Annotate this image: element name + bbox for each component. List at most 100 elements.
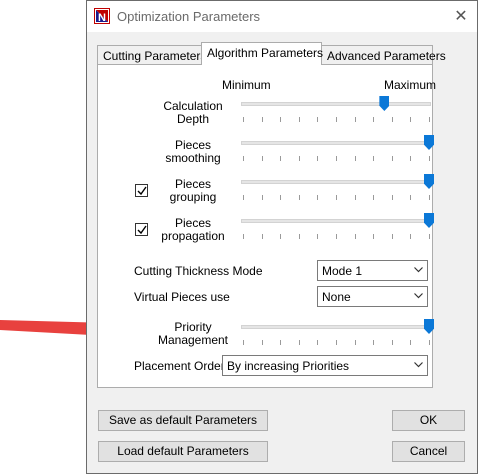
priority-management-slider[interactable] [241,319,434,345]
label-line: Depth [176,112,210,126]
slider-tick [298,234,300,239]
slider-tick [243,117,244,122]
close-icon[interactable]: ✕ [451,6,471,26]
slider-tick [373,156,375,161]
chevron-down-icon [414,362,423,368]
pieces-propagation-label: Pieces propagation [148,217,238,243]
slider-tick [280,340,282,345]
ok-button[interactable]: OK [392,410,465,431]
slider-tick [391,234,393,239]
virtual-pieces-use-label: Virtual Pieces use [134,290,230,304]
label-line: propagation [161,229,225,243]
label-line: smoothing [165,151,221,165]
tab-advanced-parameters[interactable]: Advanced Parameters [321,45,446,65]
slider-tick [391,195,393,200]
slider-thumb[interactable] [379,96,390,111]
slider-track [241,219,431,223]
calculation-depth-slider[interactable] [241,96,432,122]
label-line: Management [157,333,229,347]
check-icon [137,225,147,235]
pieces-propagation-checkbox[interactable] [135,223,148,236]
slider-tick [410,195,412,200]
pieces-grouping-checkbox[interactable] [135,184,148,197]
slider-tick [373,340,375,345]
slider-tick [410,340,412,345]
slider-tick [354,195,356,200]
slider-tick [261,340,263,345]
calculation-depth-label: Calculation Depth [148,100,238,126]
slider-track [241,141,431,145]
optimization-parameters-dialog: N Optimization Parameters ✕ Cutting Para… [86,0,478,474]
slider-ticks [241,195,431,200]
slider-tick [298,340,300,345]
slider-tick [336,117,337,122]
save-default-parameters-button[interactable]: Save as default Parameters [98,410,268,431]
slider-track [241,180,431,184]
load-default-parameters-button[interactable]: Load default Parameters [98,441,268,462]
slider-thumb[interactable] [424,213,434,228]
slider-tick [317,117,319,122]
minimum-label: Minimum [222,78,271,92]
slider-tick [317,195,319,200]
tab-cutting-parameters[interactable]: Cutting Parameters [97,45,206,65]
slider-tick [280,117,282,122]
priority-management-label: Priority Management [148,321,238,347]
select-value: Mode 1 [322,264,363,278]
placement-order-label: Placement Order [134,359,225,373]
slider-thumb[interactable] [424,135,434,150]
cutting-thickness-mode-select[interactable]: Mode 1 [317,260,428,281]
label-line: grouping [169,190,217,204]
slider-tick [317,234,319,239]
slider-tick [373,195,375,200]
slider-tick [354,156,356,161]
select-value: By increasing Priorities [227,359,350,373]
slider-tick [336,195,337,200]
tab-label: Cutting Parameters [103,49,207,63]
slider-tick [354,234,356,239]
slider-track [241,102,431,106]
slider-ticks [241,340,431,345]
slider-track [241,325,431,329]
pieces-grouping-slider[interactable] [241,174,434,200]
slider-tick [373,234,375,239]
slider-tick [298,117,300,122]
tab-label: Advanced Parameters [327,49,446,63]
slider-tick [317,340,319,345]
svg-text:N: N [98,12,106,23]
slider-tick [429,340,430,345]
pieces-grouping-label: Pieces grouping [148,178,238,204]
cancel-button[interactable]: Cancel [392,441,465,462]
algorithm-parameters-panel: Minimum Maximum Calculation Depth Pieces… [97,64,436,388]
tab-label: Algorithm Parameters [207,46,324,60]
app-logo-icon: N [94,8,110,24]
slider-tick [243,195,244,200]
slider-tick [391,117,393,122]
slider-ticks [241,156,431,161]
placement-order-select[interactable]: By increasing Priorities [222,355,428,376]
slider-ticks [241,117,431,122]
slider-tick [298,156,300,161]
slider-tick [243,340,244,345]
virtual-pieces-use-select[interactable]: None [317,286,428,307]
slider-tick [336,340,337,345]
tab-algorithm-parameters[interactable]: Algorithm Parameters [201,42,324,65]
slider-tick [261,117,263,122]
slider-thumb[interactable] [424,319,434,334]
title-bar: N Optimization Parameters ✕ [87,1,477,32]
slider-tick [261,195,263,200]
slider-tick [373,117,375,122]
slider-tick [280,234,282,239]
slider-thumb[interactable] [424,174,434,189]
slider-tick [410,234,412,239]
slider-tick [354,340,356,345]
pieces-smoothing-label: Pieces smoothing [148,139,238,165]
slider-tick [336,234,337,239]
slider-tick [429,234,430,239]
slider-tick [391,340,393,345]
slider-tick [280,156,282,161]
chevron-down-icon [414,267,423,273]
slider-tick [243,156,244,161]
pieces-smoothing-slider[interactable] [241,135,434,161]
slider-tick [429,195,430,200]
pieces-propagation-slider[interactable] [241,213,434,239]
